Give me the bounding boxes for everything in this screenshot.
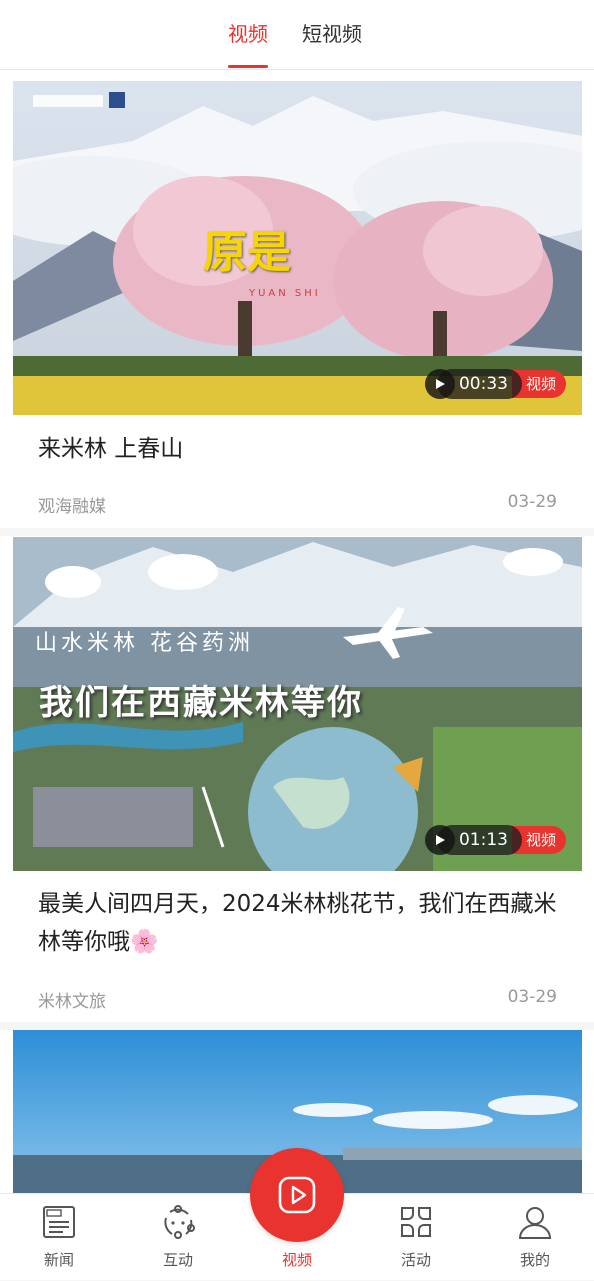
tab-short-video-label: 短视频 (302, 22, 362, 46)
video-thumbnail[interactable]: 山水米林 花谷药洲 我们在西藏米林等你 01:13 视频 (13, 537, 582, 871)
center-video-button[interactable] (250, 1148, 344, 1242)
nav-news-label: 新闻 (43, 1251, 74, 1269)
play-icon (424, 369, 455, 399)
play-icon (424, 825, 455, 855)
video-card[interactable]: 山水米林 花谷药洲 我们在西藏米林等你 01:13 视频 最美人间四月天，202… (0, 536, 594, 1022)
thumbnail-overlay-subtitle: YUAN SHI (249, 288, 321, 299)
thumbnail-overlay-line2: 我们在西藏米林等你 (39, 683, 363, 723)
grid-icon (401, 1207, 431, 1237)
nav-video-label: 视频 (281, 1251, 312, 1269)
tab-video[interactable]: 视频 (228, 18, 268, 68)
nav-mine-label: 我的 (519, 1251, 550, 1269)
nav-news[interactable]: 新闻 (19, 1194, 99, 1281)
video-feed: 原是 YUAN SHI 00:33 视频 来米林 上春山 观海融媒 03-29 (0, 70, 594, 1194)
nav-mine[interactable]: 我的 (495, 1194, 575, 1281)
play-icon (278, 1176, 316, 1214)
video-source: 米林文旅 (38, 992, 106, 1012)
video-thumbnail[interactable]: 原是 YUAN SHI 00:33 视频 (13, 81, 582, 415)
video-card[interactable]: 原是 YUAN SHI 00:33 视频 来米林 上春山 观海融媒 03-29 (0, 70, 594, 528)
thumbnail-overlay-title: 原是 (203, 227, 291, 278)
video-source: 观海融媒 (38, 497, 106, 517)
user-icon (518, 1207, 552, 1239)
newspaper-icon (43, 1206, 75, 1238)
video-duration-pill: 01:13 视频 (424, 825, 566, 855)
top-tab-bar: 视频 短视频 (0, 0, 594, 70)
video-title[interactable]: 来米林 上春山 (38, 430, 558, 468)
video-duration-pill: 00:33 视频 (424, 369, 566, 399)
nav-interact-label: 互动 (162, 1251, 193, 1269)
thumbnail-overlay-line1: 山水米林 花谷药洲 (35, 631, 254, 656)
video-date: 03-29 (507, 492, 557, 512)
nav-activity-label: 活动 (400, 1251, 431, 1269)
video-date: 03-29 (507, 987, 557, 1007)
tab-video-label: 视频 (228, 22, 268, 46)
video-title[interactable]: 最美人间四月天，2024米林桃花节，我们在西藏米林等你哦🌸 (38, 885, 558, 961)
nav-activity[interactable]: 活动 (376, 1194, 456, 1281)
active-tab-indicator (228, 65, 268, 68)
thumbnail-image (13, 81, 582, 415)
nav-interact[interactable]: 互动 (138, 1194, 218, 1281)
tab-short-video[interactable]: 短视频 (302, 18, 362, 68)
interact-icon (164, 1205, 195, 1239)
